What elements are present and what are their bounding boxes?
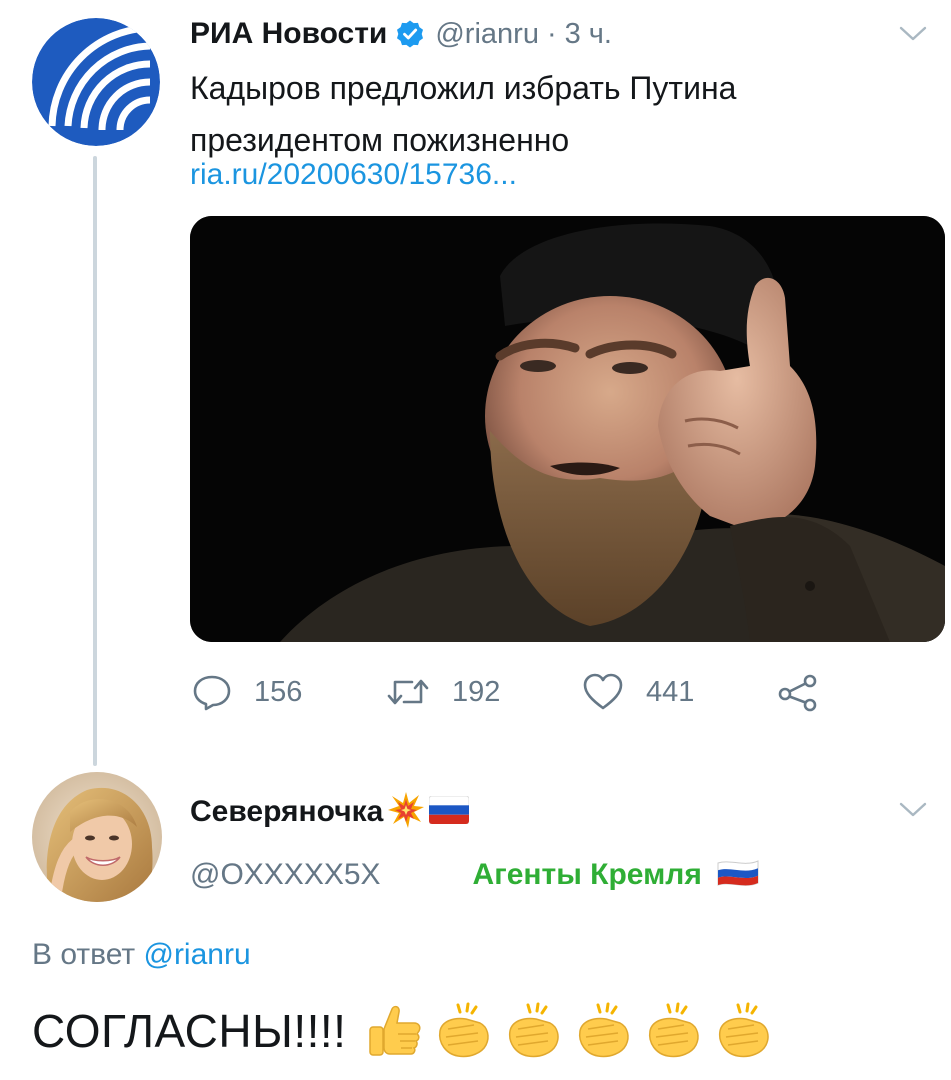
russian-flag-icon (716, 857, 760, 894)
chevron-down-icon[interactable] (898, 24, 928, 44)
portrait-photo-icon (190, 216, 945, 642)
reply-author-name[interactable]: Северяночка (190, 795, 383, 829)
share-action[interactable] (776, 670, 820, 714)
user-photo-icon (32, 772, 162, 902)
emoji-row (364, 1001, 780, 1061)
reply-author-handle[interactable]: @OXXXXX5X (190, 858, 381, 892)
retweet-action[interactable]: 192 (386, 670, 500, 714)
like-count: 441 (646, 675, 695, 708)
tweet-header: РИА Новости @rianru · 3 ч. (190, 14, 612, 54)
reply-header: Северяночка (190, 790, 470, 834)
ria-logo-icon (32, 18, 160, 146)
clapping-hands-icon (439, 1002, 490, 1058)
tweet-link[interactable]: ria.ru/20200630/15736... (190, 158, 517, 192)
collision-icon (387, 791, 425, 834)
retweet-icon (387, 679, 429, 705)
clapping-hands-icon (719, 1002, 770, 1058)
like-action[interactable]: 441 (582, 670, 694, 714)
reply-prefix: В ответ (32, 938, 136, 971)
reply-handle-row: @OXXXXX5X Агенты Кремля (190, 853, 760, 897)
tweet-photo[interactable] (190, 216, 945, 642)
thumbs-up-icon (369, 1005, 421, 1056)
tweet-text: Кадыров предложил избрать Путина президе… (190, 70, 737, 158)
ria-avatar[interactable] (32, 18, 160, 146)
reply-context: В ответ @rianru (32, 938, 251, 972)
reply-mention-link[interactable]: @rianru (143, 938, 250, 971)
chevron-down-icon[interactable] (898, 800, 928, 820)
reply-body-row: СОГЛАСНЫ!!!! (32, 996, 780, 1066)
heart-icon (583, 673, 623, 710)
separator-dot: · (546, 17, 557, 50)
tweet-timestamp[interactable]: 3 ч. (565, 18, 612, 51)
reply-action[interactable]: 156 (192, 670, 302, 714)
reply-count: 156 (254, 675, 303, 708)
author-name[interactable]: РИА Новости (190, 17, 387, 51)
author-handle[interactable]: @rianru (435, 18, 539, 51)
verified-badge-icon (395, 19, 425, 49)
clapping-hands-icon (649, 1002, 700, 1058)
reply-text: СОГЛАСНЫ!!!! (32, 1005, 347, 1057)
retweet-count: 192 (452, 675, 501, 708)
clapping-hands-icon (579, 1002, 630, 1058)
clapping-hands-icon (509, 1002, 560, 1058)
russian-flag-icon (428, 795, 470, 829)
group-label: Агенты Кремля (472, 858, 702, 891)
thread-connector-line (93, 156, 97, 766)
reply-avatar[interactable] (32, 772, 162, 902)
reply-icon (193, 675, 231, 711)
share-icon (778, 674, 817, 712)
